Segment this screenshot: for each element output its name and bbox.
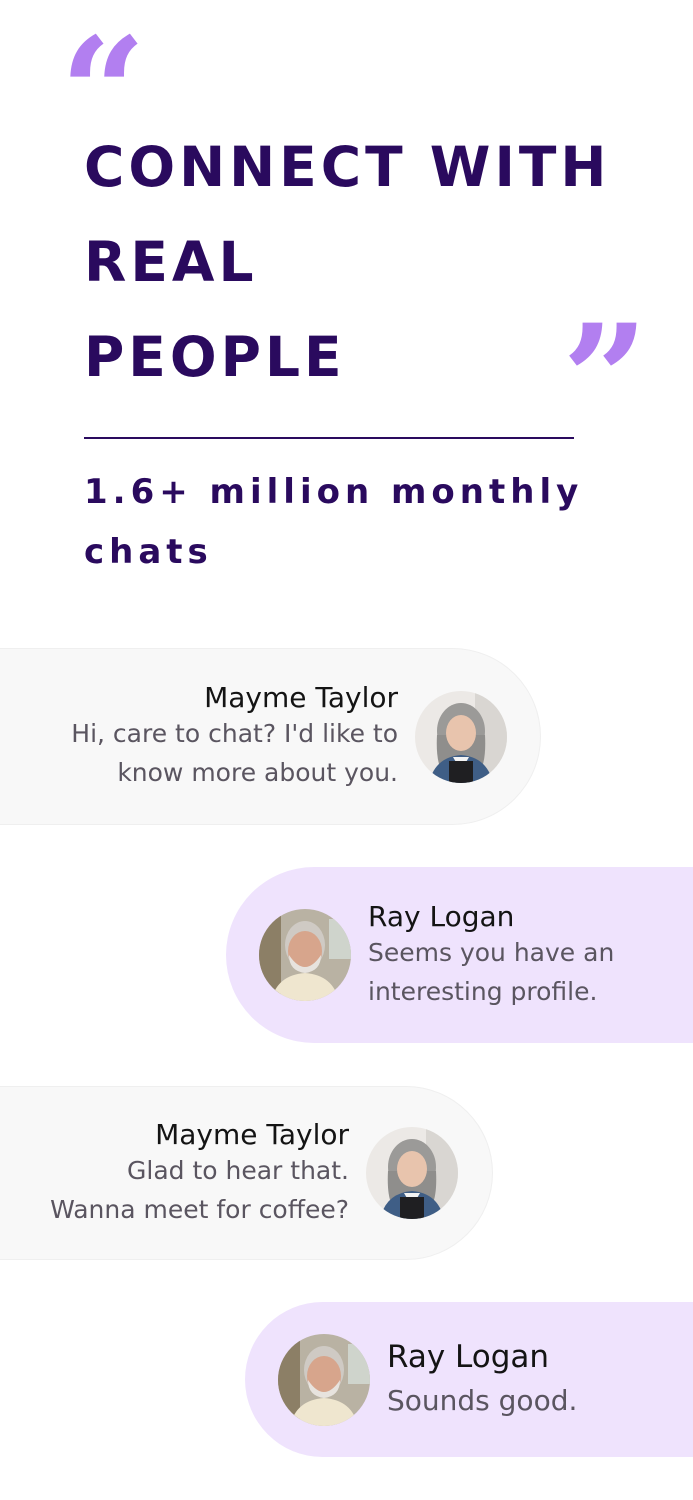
chat-bubble-received: Mayme Taylor Glad to hear that. Wanna me… (0, 1086, 493, 1260)
sender-name: Ray Logan (368, 899, 515, 933)
chat-message: Sounds good. (387, 1384, 578, 1417)
chat-message: Seems you have an interesting profile. (368, 937, 615, 1006)
sender-name: Ray Logan (387, 1339, 550, 1375)
chat-message: Hi, care to chat? I'd like to know more … (71, 719, 398, 787)
woman-gray-hair-avatar-icon (366, 1127, 458, 1219)
chat-bubble-received: Mayme Taylor Hi, care to chat? I'd like … (0, 648, 541, 825)
chat-bubble-sent: Ray Logan Sounds good. (245, 1302, 693, 1457)
page-title: CONNECT WITH REAL PEOPLE (84, 120, 644, 405)
divider (84, 437, 574, 439)
chat-text: Ray Logan Sounds good. (387, 1339, 577, 1420)
woman-gray-hair-avatar-icon (415, 690, 507, 783)
chat-text: Ray Logan Seems you have an interesting … (368, 900, 614, 1011)
avatar (366, 1127, 458, 1219)
close-quote-icon: ” (562, 292, 648, 468)
chat-bubble-sent: Ray Logan Seems you have an interesting … (226, 867, 693, 1043)
headline-line-2: REAL (84, 230, 258, 294)
headline-line-1: CONNECT WITH (84, 135, 611, 199)
avatar (415, 690, 507, 783)
avatar (259, 909, 351, 1001)
headline-line-3: PEOPLE (84, 325, 346, 389)
chat-text: Mayme Taylor Hi, care to chat? I'd like … (71, 681, 398, 792)
chat-message: Glad to hear that. Wanna meet for coffee… (50, 1155, 349, 1224)
avatar (278, 1333, 370, 1426)
man-gray-beard-avatar-icon (278, 1333, 370, 1426)
man-gray-beard-avatar-icon (259, 909, 351, 1001)
chat-text: Mayme Taylor Glad to hear that. Wanna me… (50, 1118, 349, 1229)
stats-subtitle: 1.6+ million monthly chats (84, 472, 584, 572)
sender-name: Mayme Taylor (204, 681, 398, 714)
sender-name: Mayme Taylor (155, 1117, 349, 1151)
